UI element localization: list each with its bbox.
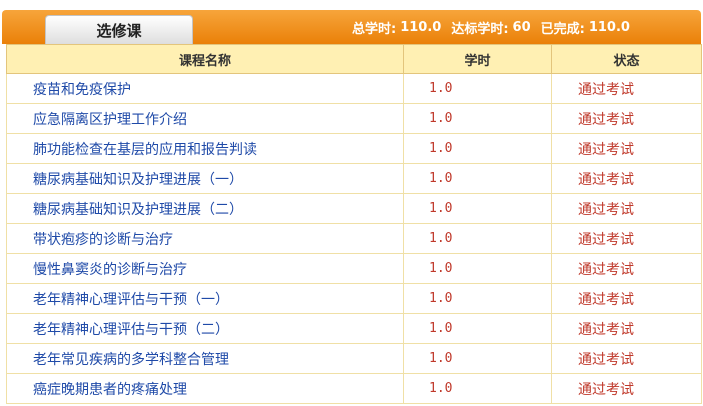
- course-name-link[interactable]: 癌症晚期患者的疼痛处理: [6, 373, 404, 404]
- course-hours: 1.0: [403, 223, 552, 254]
- target-hours-label: 达标学时:: [451, 21, 509, 37]
- course-panel: 选修课 总学时: 110.0 达标学时: 60 已完成: 110.0 课程名称 …: [0, 0, 703, 406]
- target-hours-value: 60: [512, 19, 531, 35]
- course-name-link[interactable]: 糖尿病基础知识及护理进展（二）: [6, 193, 404, 224]
- course-name-link[interactable]: 应急隔离区护理工作介绍: [6, 103, 404, 134]
- course-status: 通过考试: [551, 223, 702, 254]
- course-name-link[interactable]: 带状疱疹的诊断与治疗: [6, 223, 404, 254]
- course-status: 通过考试: [551, 253, 702, 284]
- course-status: 通过考试: [551, 193, 702, 224]
- course-hours: 1.0: [403, 133, 552, 164]
- table-row: 应急隔离区护理工作介绍 1.0 通过考试: [6, 103, 702, 134]
- course-hours: 1.0: [403, 253, 552, 284]
- table-row: 慢性鼻窦炎的诊断与治疗 1.0 通过考试: [6, 253, 702, 284]
- course-name-link[interactable]: 慢性鼻窦炎的诊断与治疗: [6, 253, 404, 284]
- course-hours: 1.0: [403, 283, 552, 314]
- table-row: 肺功能检查在基层的应用和报告判读 1.0 通过考试: [6, 133, 702, 164]
- column-header-status: 状态: [551, 44, 702, 74]
- table-row: 老年精神心理评估与干预（二） 1.0 通过考试: [6, 313, 702, 344]
- course-status: 通过考试: [551, 313, 702, 344]
- table-row: 老年常见疾病的多学科整合管理 1.0 通过考试: [6, 343, 702, 374]
- course-hours: 1.0: [403, 343, 552, 374]
- course-hours: 1.0: [403, 103, 552, 134]
- course-hours: 1.0: [403, 193, 552, 224]
- course-status: 通过考试: [551, 103, 702, 134]
- course-name-link[interactable]: 糖尿病基础知识及护理进展（一）: [6, 163, 404, 194]
- column-header-hours: 学时: [403, 44, 552, 74]
- hours-summary: 总学时: 110.0 达标学时: 60 已完成: 110.0: [352, 10, 630, 44]
- table-row: 老年精神心理评估与干预（一） 1.0 通过考试: [6, 283, 702, 314]
- course-hours: 1.0: [403, 313, 552, 344]
- table-header-row: 课程名称 学时 状态: [6, 44, 702, 74]
- course-hours: 1.0: [403, 163, 552, 194]
- course-status: 通过考试: [551, 343, 702, 374]
- completed-hours-label: 已完成:: [540, 21, 585, 37]
- total-hours-label: 总学时:: [352, 21, 397, 37]
- course-hours: 1.0: [403, 373, 552, 404]
- table-row: 糖尿病基础知识及护理进展（二） 1.0 通过考试: [6, 193, 702, 224]
- course-hours: 1.0: [403, 73, 552, 104]
- completed-hours-value: 110.0: [588, 19, 630, 35]
- course-status: 通过考试: [551, 133, 702, 164]
- column-header-course-name: 课程名称: [6, 44, 404, 74]
- course-status: 通过考试: [551, 283, 702, 314]
- table-row: 癌症晚期患者的疼痛处理 1.0 通过考试: [6, 373, 702, 404]
- course-name-link[interactable]: 老年精神心理评估与干预（二）: [6, 313, 404, 344]
- course-status: 通过考试: [551, 163, 702, 194]
- course-table: 课程名称 学时 状态 疫苗和免疫保护 1.0 通过考试 应急隔离区护理工作介绍 1.0 通…: [6, 44, 702, 404]
- course-status: 通过考试: [551, 73, 702, 104]
- table-row: 糖尿病基础知识及护理进展（一） 1.0 通过考试: [6, 163, 702, 194]
- total-hours-value: 110.0: [400, 19, 442, 35]
- table-row: 带状疱疹的诊断与治疗 1.0 通过考试: [6, 223, 702, 254]
- course-name-link[interactable]: 老年常见疾病的多学科整合管理: [6, 343, 404, 374]
- course-status: 通过考试: [551, 373, 702, 404]
- course-name-link[interactable]: 老年精神心理评估与干预（一）: [6, 283, 404, 314]
- course-name-link[interactable]: 疫苗和免疫保护: [6, 73, 404, 104]
- table-row: 疫苗和免疫保护 1.0 通过考试: [6, 73, 702, 104]
- tab-elective-courses[interactable]: 选修课: [45, 15, 193, 44]
- course-name-link[interactable]: 肺功能检查在基层的应用和报告判读: [6, 133, 404, 164]
